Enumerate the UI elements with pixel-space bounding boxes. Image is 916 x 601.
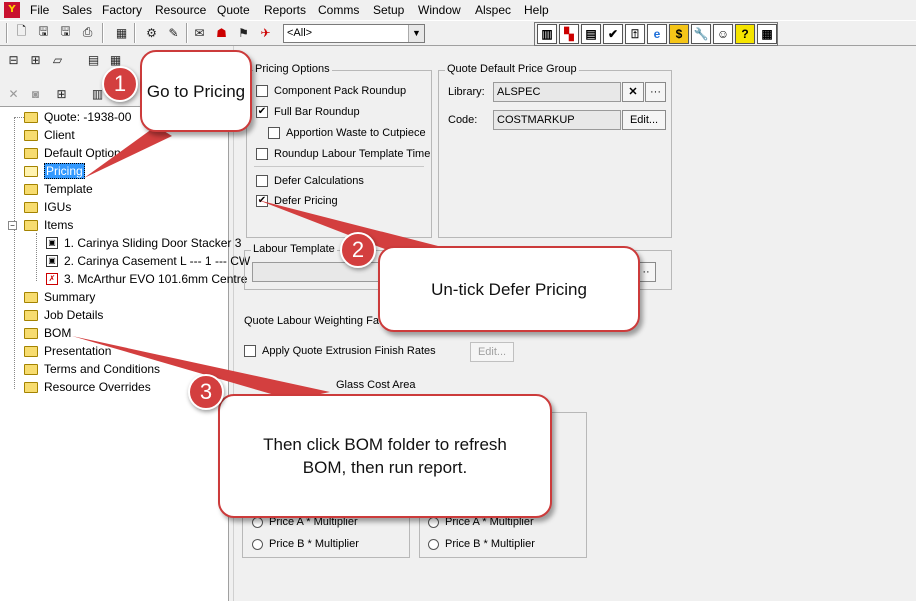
callout-3: Then click BOM folder to refresh BOM, th…	[218, 394, 552, 518]
callout-1: Go to Pricing	[140, 50, 252, 132]
arrow-1	[84, 126, 172, 178]
step-badge-3: 3	[188, 374, 224, 410]
step-badge-2: 2	[340, 232, 376, 268]
callout-2: Un-tick Defer Pricing	[378, 246, 640, 332]
step-badge-1: 1	[102, 66, 138, 102]
